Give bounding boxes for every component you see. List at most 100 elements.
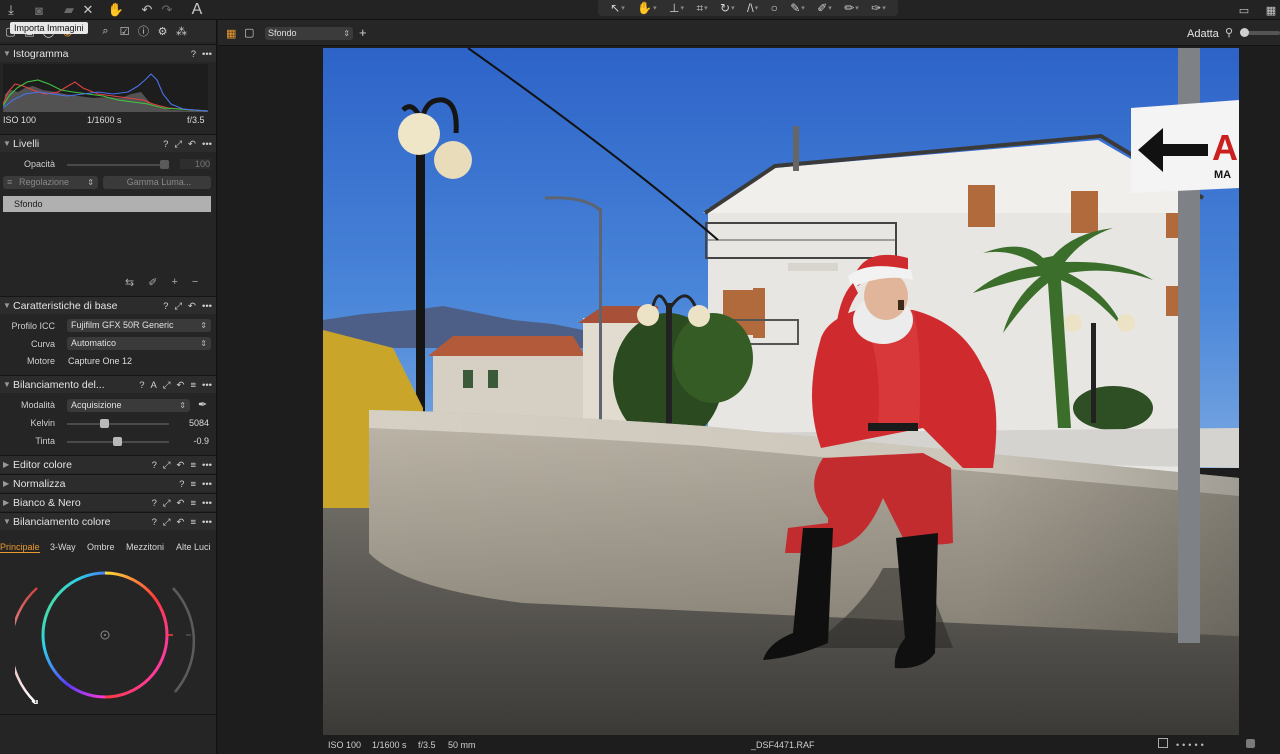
help-icon[interactable]: ? — [152, 517, 157, 528]
white-balance-header[interactable]: ▼ Bilanciamento del... ? A ⤢ ↶ ≡ ••• — [0, 375, 216, 393]
tint-slider-knob[interactable] — [112, 437, 122, 446]
tab-principale[interactable]: Principale — [0, 542, 40, 553]
opacity-slider-knob[interactable] — [160, 160, 169, 169]
more-icon[interactable]: ••• — [202, 301, 212, 312]
download-icon[interactable]: ⤓ — [2, 1, 20, 19]
reset-icon[interactable]: ↶ — [177, 517, 185, 528]
more-icon[interactable]: ••• — [202, 49, 212, 60]
grid-view-icon[interactable]: ▦ — [226, 27, 236, 40]
pen-icon[interactable]: ✑ ▾ — [871, 1, 886, 15]
opacity-value[interactable]: 100 — [180, 159, 210, 169]
checkbox-icon[interactable] — [1158, 738, 1168, 748]
edit-icon[interactable]: ▭ — [1235, 1, 1253, 19]
copy-icon[interactable]: ⤢ — [163, 460, 171, 471]
remove-layer-icon[interactable]: − — [192, 276, 198, 289]
zoom-icon[interactable]: ⚲ — [1225, 26, 1233, 39]
tab-alte-luci[interactable]: Alte Luci — [176, 542, 211, 552]
redo-icon[interactable]: ↷ — [158, 1, 176, 19]
brush-icon[interactable]: ✐ ▾ — [817, 1, 832, 15]
layers-header[interactable]: ▼ Livelli ? ⤢ ↶ ••• — [0, 134, 216, 152]
more-icon[interactable]: ••• — [202, 498, 212, 509]
more-icon[interactable]: ••• — [202, 380, 212, 391]
tint-value[interactable]: -0.9 — [175, 436, 209, 446]
color-editor-header[interactable]: ▶ Editor colore ? ⤢ ↶ ≡ ••• — [0, 455, 216, 473]
copy-icon[interactable]: ⤢ — [174, 301, 182, 312]
details-tab-icon[interactable]: ⌕ — [97, 23, 114, 40]
opacity-slider[interactable] — [67, 164, 167, 166]
crop-icon[interactable]: ⌗ ▾ — [696, 1, 707, 16]
tab-ombre[interactable]: Ombre — [87, 542, 115, 552]
help-icon[interactable]: ? — [152, 498, 157, 509]
more-icon[interactable]: ••• — [202, 460, 212, 471]
camera-icon[interactable]: ◙ — [30, 1, 48, 19]
auto-icon[interactable]: A — [151, 380, 157, 391]
eyedropper-icon[interactable]: ✒ — [198, 398, 207, 411]
mode-dropdown[interactable]: Acquisizione ⇕ — [67, 399, 190, 412]
color-wheel[interactable] — [15, 568, 195, 704]
gamma-dropdown[interactable]: Gamma Luma... — [103, 176, 211, 189]
help-icon[interactable]: ? — [163, 139, 168, 150]
reset-icon[interactable]: ↶ — [188, 301, 196, 312]
adjustments-tab-icon[interactable]: ☑ — [116, 23, 133, 40]
reset-icon[interactable]: ↶ — [177, 498, 185, 509]
curve-dropdown[interactable]: Automatico ⇕ — [67, 337, 211, 350]
swap-icon[interactable]: ⇆ — [125, 276, 134, 289]
color-tag-icon[interactable] — [1246, 739, 1255, 748]
copy-icon[interactable]: ⤢ — [163, 380, 171, 391]
folder-icon[interactable]: ▰ — [60, 1, 78, 19]
metadata-tab-icon[interactable]: ⓘ — [135, 23, 152, 40]
black-white-header[interactable]: ▶ Bianco & Nero ? ⤢ ↶ ≡ ••• — [0, 493, 216, 511]
text-icon[interactable]: A — [188, 1, 206, 19]
kelvin-slider[interactable] — [67, 423, 169, 425]
list-icon[interactable]: ≡ — [190, 380, 196, 391]
normalize-header[interactable]: ▶ Normalizza ? ≡ ••• — [0, 474, 216, 492]
fit-label[interactable]: Adatta — [1187, 28, 1219, 40]
list-icon[interactable]: ≡ — [190, 517, 196, 528]
keystone-icon[interactable]: /\ ▾ — [747, 1, 758, 15]
copy-icon[interactable]: ⤢ — [174, 139, 182, 150]
single-view-icon[interactable]: ▢ — [244, 26, 254, 39]
rating-dots[interactable]: ••••• — [1176, 740, 1207, 750]
histogram-header[interactable]: ▼ Istogramma ? ••• — [0, 44, 216, 62]
list-icon[interactable]: ≡ — [190, 460, 196, 471]
add-layer-icon[interactable]: + — [171, 276, 177, 289]
photo-preview[interactable]: A MA — [323, 48, 1239, 735]
color-balance-header[interactable]: ▼ Bilanciamento colore ? ⤢ ↶ ≡ ••• — [0, 512, 216, 530]
adjustment-dropdown[interactable]: ≡ Regolazione ⇕ — [3, 176, 98, 189]
icc-profile-dropdown[interactable]: Fujifilm GFX 50R Generic ⇕ — [67, 319, 211, 332]
copy-icon[interactable]: ⤢ — [163, 517, 171, 528]
color-picker-icon[interactable]: ✎ ▾ — [790, 1, 805, 15]
circle-icon[interactable]: ○ — [771, 1, 778, 15]
hand-undo-icon[interactable]: ✋ — [107, 1, 125, 19]
copy-icon[interactable]: ⤢ — [163, 498, 171, 509]
cursor-icon[interactable]: ↖ ▾ — [610, 1, 625, 15]
close-icon[interactable]: ✕ — [79, 1, 97, 19]
add-icon[interactable]: + — [359, 25, 367, 40]
more-icon[interactable]: ••• — [202, 479, 212, 490]
kelvin-value[interactable]: 5084 — [175, 418, 209, 428]
pan-hand-icon[interactable]: ✋ ▾ — [637, 1, 656, 15]
reset-icon[interactable]: ↶ — [177, 380, 185, 391]
help-icon[interactable]: ? — [163, 301, 168, 312]
tab-3-way[interactable]: 3-Way — [50, 542, 76, 552]
variant-dropdown[interactable]: Sfondo ⇕ — [265, 27, 353, 40]
brush-icon[interactable]: ✐ — [148, 276, 157, 289]
list-icon[interactable]: ≡ — [190, 479, 196, 490]
help-icon[interactable]: ? — [191, 49, 196, 60]
grid-icon[interactable]: ▦ — [1262, 1, 1280, 19]
eraser-icon[interactable]: ✏ ▾ — [844, 1, 859, 15]
help-icon[interactable]: ? — [139, 380, 144, 391]
help-icon[interactable]: ? — [179, 479, 184, 490]
layer-background[interactable]: Sfondo — [3, 196, 211, 212]
tab-mezzitoni[interactable]: Mezzitoni — [126, 542, 164, 552]
more-icon[interactable]: ••• — [202, 139, 212, 150]
rotate-icon[interactable]: ↻ ▾ — [720, 1, 735, 15]
base-characteristics-header[interactable]: ▼ Caratteristiche di base ? ⤢ ↶ ••• — [0, 296, 216, 314]
reset-icon[interactable]: ↶ — [177, 460, 185, 471]
more-icon[interactable]: ••• — [202, 517, 212, 528]
zoom-slider-knob[interactable] — [1240, 28, 1249, 37]
help-icon[interactable]: ? — [152, 460, 157, 471]
output-tab-icon[interactable]: ⚙ — [154, 23, 171, 40]
list-icon[interactable]: ≡ — [190, 498, 196, 509]
stamp-icon[interactable]: ⊥ ▾ — [669, 1, 684, 15]
